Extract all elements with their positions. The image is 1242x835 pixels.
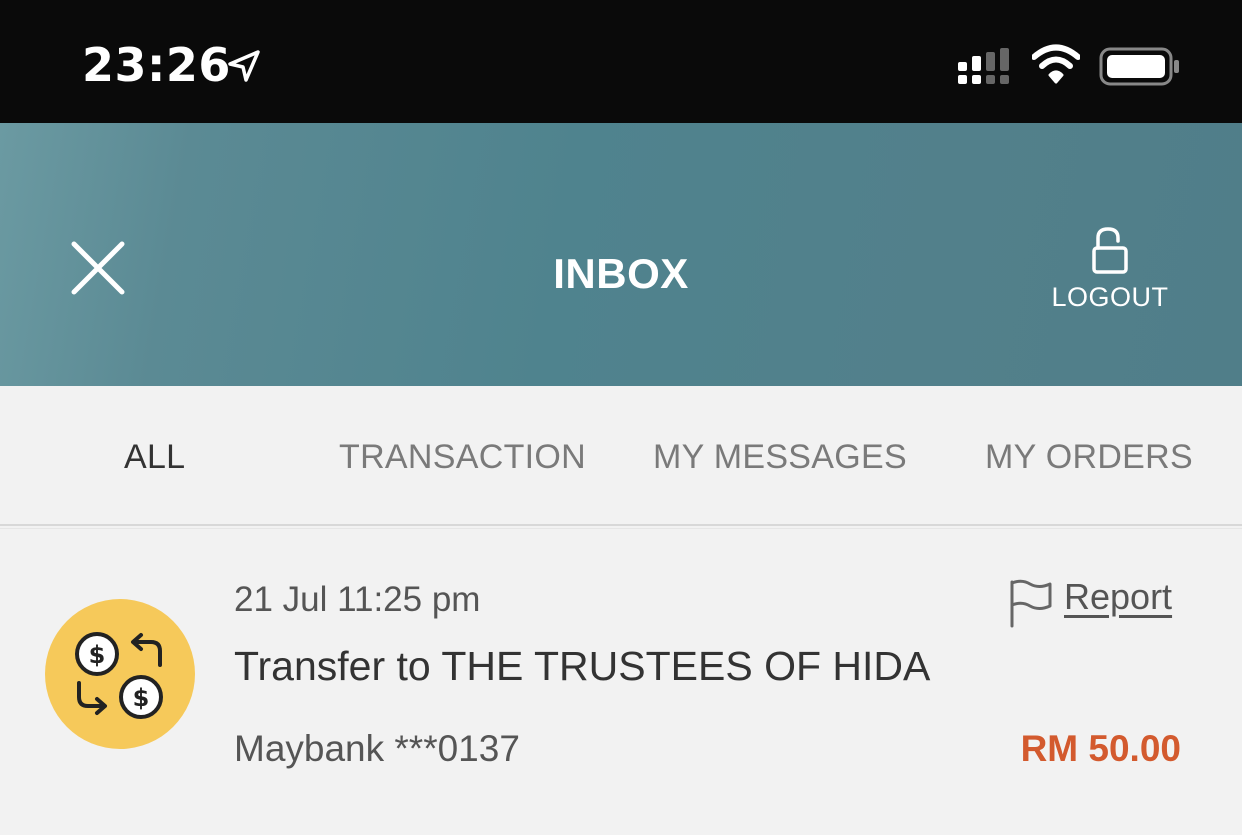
tab-my-messages[interactable]: MY MESSAGES xyxy=(653,438,907,477)
wifi-icon xyxy=(1032,44,1080,84)
tab-my-orders[interactable]: MY ORDERS xyxy=(985,438,1193,477)
message-account: Maybank ***0137 xyxy=(234,728,520,769)
tab-transaction[interactable]: TRANSACTION xyxy=(339,438,586,477)
location-arrow-icon xyxy=(228,50,260,82)
flag-icon xyxy=(1010,579,1052,628)
unlock-icon xyxy=(1092,227,1128,274)
status-bar: 23:26 xyxy=(0,0,1242,123)
status-time: 23:26 xyxy=(82,38,231,92)
logout-button[interactable]: LOGOUT xyxy=(1040,226,1180,316)
transfer-icon: $ $ xyxy=(45,599,195,749)
message-amount: RM 50.00 xyxy=(1020,728,1181,769)
signal-icon xyxy=(958,48,1009,84)
logout-label: LOGOUT xyxy=(1051,282,1169,312)
battery-icon xyxy=(1099,47,1179,86)
svg-text:$: $ xyxy=(133,684,150,712)
message-title: Transfer to THE TRUSTEES OF HIDA xyxy=(234,643,931,689)
message-date: 21 Jul 11:25 pm xyxy=(234,580,481,619)
tab-all[interactable]: ALL xyxy=(124,438,185,477)
svg-text:$: $ xyxy=(89,641,106,669)
report-label: Report xyxy=(1064,576,1173,617)
